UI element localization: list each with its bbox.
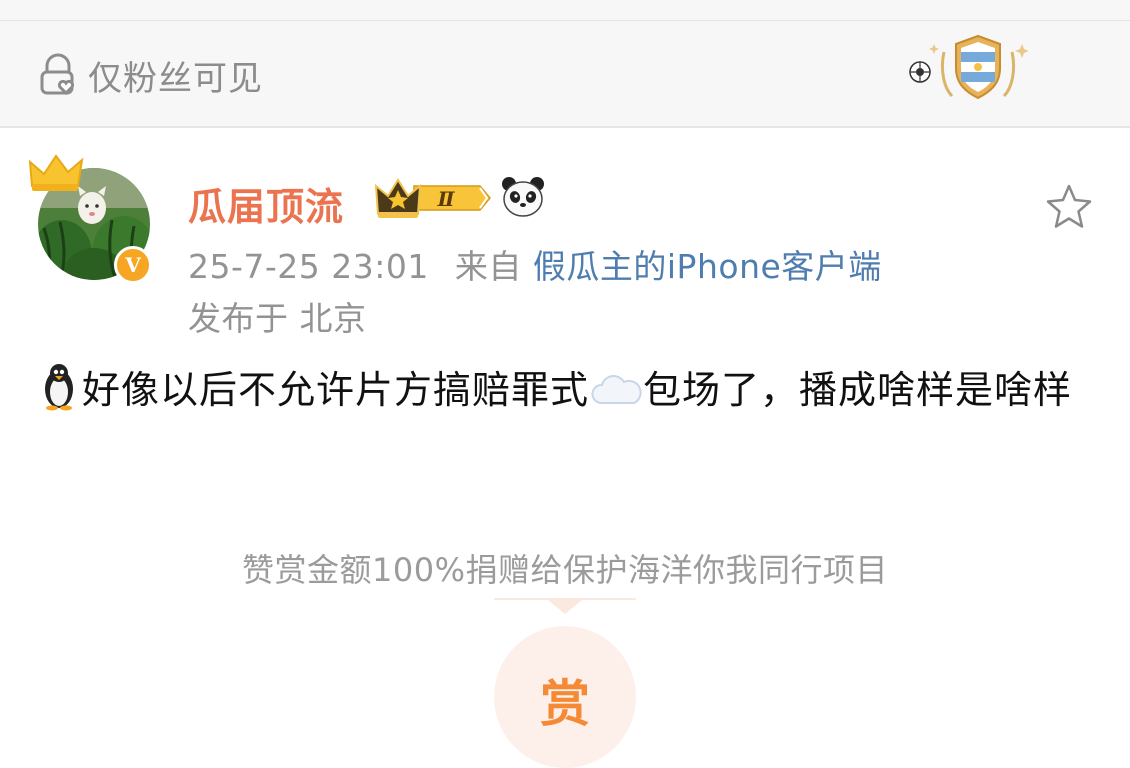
post-text-part1: 好像以后不允许片方搞赔罪式 xyxy=(82,368,590,412)
reward-button-label: 赏 xyxy=(540,675,590,733)
star-icon[interactable] xyxy=(1044,182,1094,232)
reward-note: 赞赏金额100%捐赠给保护海洋你我同行项目 xyxy=(242,551,888,589)
post-meta: 25-7-25 23:01 来自 假瓜主的iPhone客户端 xyxy=(188,240,882,288)
author-avatar[interactable]: V xyxy=(26,150,162,286)
vip-level-badge-icon[interactable]: Ⅱ xyxy=(374,176,492,220)
reward-button[interactable]: 赏 xyxy=(494,626,636,768)
reward-pointer xyxy=(548,600,582,614)
lock-heart-icon xyxy=(40,53,75,96)
top-divider xyxy=(0,20,1130,21)
verified-v-icon: V xyxy=(114,246,152,284)
post-content: 好像以后不允许片方搞赔罪式 包场了，播成啥样是啥样 xyxy=(36,360,1096,420)
football-emblem-icon xyxy=(909,34,1028,100)
post-location: 发布于 北京 xyxy=(188,299,367,338)
section-divider xyxy=(0,126,1130,128)
cloud-emoji-icon xyxy=(591,375,642,404)
panda-emoji-icon xyxy=(502,177,544,217)
source-prefix: 来自 xyxy=(454,247,522,286)
source-client-link[interactable]: 假瓜主的iPhone客户端 xyxy=(533,247,882,286)
visibility-label: 仅粉丝可见 xyxy=(88,58,263,99)
crown-icon xyxy=(28,154,84,191)
post-time: 25-7-25 23:01 xyxy=(188,247,429,286)
visibility-indicator: 仅粉丝可见 xyxy=(36,52,263,99)
author-name[interactable]: 瓜届顶流 xyxy=(188,176,344,231)
penguin-emoji-icon xyxy=(45,364,73,411)
post-text-part2: 包场了，播成啥样是啥样 xyxy=(643,368,1073,412)
vip-level-text: Ⅱ xyxy=(437,187,456,211)
